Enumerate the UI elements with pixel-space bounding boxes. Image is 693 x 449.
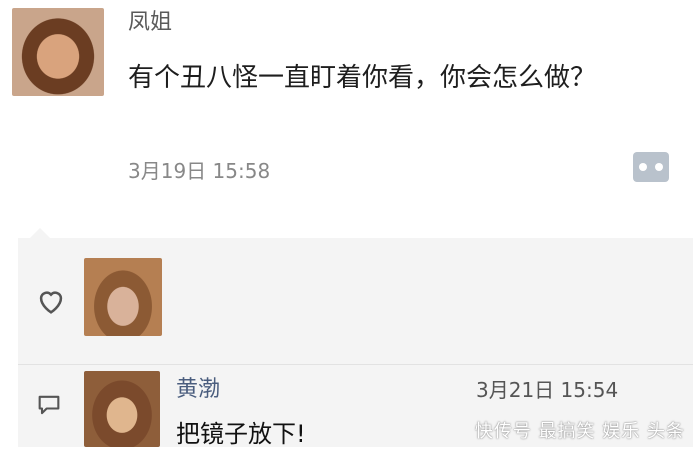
post-author-name[interactable]: 凤姐 xyxy=(128,4,172,36)
liker-avatar[interactable] xyxy=(84,258,162,336)
comment-icon xyxy=(38,395,60,415)
post-text: 有个丑八怪一直盯着你看，你会怎么做？ xyxy=(128,63,597,93)
commenter-avatar[interactable] xyxy=(84,371,160,447)
more-dots-icon[interactable] xyxy=(633,152,669,182)
panel-pointer xyxy=(30,228,50,238)
likes-row xyxy=(18,238,693,350)
interaction-panel: 黄渤 3月21日 15:54 把镜子放下! xyxy=(18,238,693,448)
moment-post: 凤姐 有个丑八怪一直盯着你看，你会怎么做？ 3月19日 15:58 xyxy=(0,0,693,238)
comment-text: 把镜子放下! xyxy=(176,420,306,448)
author-avatar[interactable] xyxy=(12,8,104,96)
heart-icon xyxy=(39,291,63,314)
comment-timestamp: 3月21日 15:54 xyxy=(476,378,619,402)
post-timestamp: 3月19日 15:58 xyxy=(128,159,271,183)
divider xyxy=(18,364,693,365)
watermark: 快传号 最搞笑 娱乐 头条 xyxy=(474,421,685,442)
comment-author-name[interactable]: 黄渤 xyxy=(176,371,220,403)
